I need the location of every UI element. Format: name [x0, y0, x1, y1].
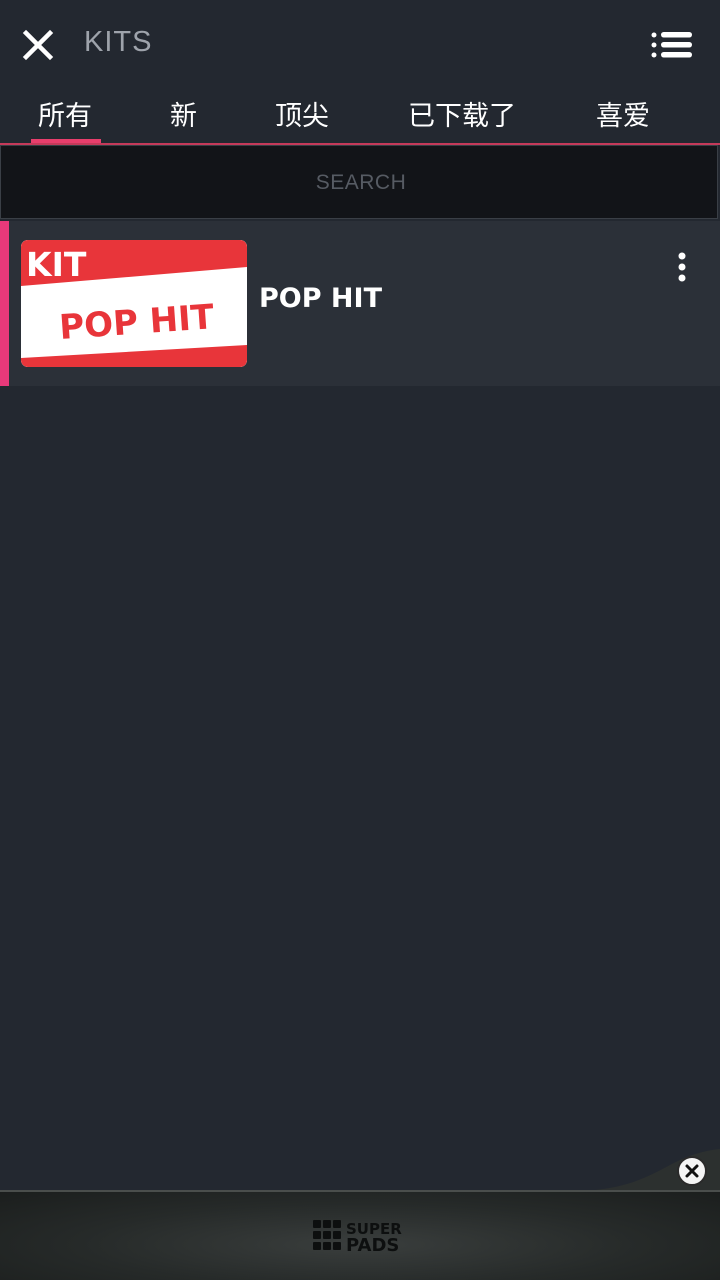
tab-favorites[interactable]: 喜爱: [596, 94, 650, 133]
tab-all[interactable]: 所有: [38, 94, 92, 133]
close-icon: [677, 1156, 707, 1186]
close-icon: [22, 29, 54, 61]
header: KITS: [0, 0, 720, 90]
superpads-logo: SUPER PADS: [313, 1220, 402, 1252]
list-item-accent: [0, 221, 9, 386]
menu-button[interactable]: [644, 26, 696, 66]
more-vertical-icon: [678, 252, 686, 282]
list-menu-icon: [651, 32, 692, 58]
search-bar: [0, 145, 720, 220]
tab-top[interactable]: 顶尖: [275, 94, 329, 133]
tab-bar: 所有 新 顶尖 已下载了 喜爱: [0, 90, 720, 144]
kit-thumbnail: KIT POP HIT: [21, 240, 247, 367]
ad-close-button[interactable]: [676, 1155, 708, 1187]
tab-downloaded[interactable]: 已下载了: [408, 94, 516, 133]
ad-brand-line2: PADS: [346, 1235, 399, 1252]
kits-screen: KITS 所有 新 顶尖 已下载了 喜爱 SEARCH KIT POP HIT …: [0, 0, 720, 1280]
search-input[interactable]: [1, 146, 720, 220]
kit-name: POP HIT: [259, 283, 382, 314]
close-button[interactable]: [18, 25, 58, 65]
page-title: KITS: [84, 26, 153, 58]
kit-more-button[interactable]: [668, 250, 696, 286]
tab-new[interactable]: 新: [170, 94, 197, 133]
thumbnail-kit-label: KIT: [26, 245, 87, 284]
